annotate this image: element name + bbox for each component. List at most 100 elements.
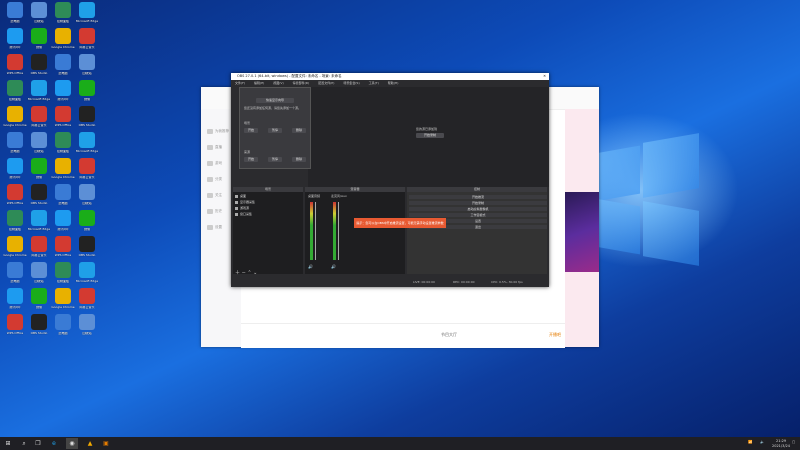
windows-logo-icon[interactable]: ⊞ (2, 438, 14, 449)
item-icon (207, 128, 213, 134)
source-label: 桌面 (240, 194, 247, 198)
desktop-icon-label: 微信 (83, 228, 90, 231)
desktop-icon-label: 控制面板 (8, 98, 21, 101)
desktop-icon-label: 回收站 (82, 202, 92, 205)
window-close-icon[interactable]: ✕ (543, 73, 546, 80)
obs-window[interactable]: OBS 27.0.1 (64-bit, windows) - 配置文件: 未命名… (231, 73, 549, 287)
computer-icon (7, 2, 23, 18)
source-row[interactable]: 显示器采集 (235, 200, 255, 205)
menu-item[interactable]: 配置文件(P) (318, 81, 334, 85)
desktop-icon-label: 回收站 (34, 150, 44, 153)
pause-button[interactable]: 暂停 (268, 157, 282, 162)
tray-date[interactable]: 2021/3/24 (772, 444, 790, 448)
recycle-bin-icon (31, 2, 47, 18)
source-row[interactable]: 窗口采集 (235, 212, 252, 217)
qq-icon (55, 210, 71, 226)
app-bottom-center[interactable]: 节目大厅 (441, 332, 457, 338)
edge-icon (79, 262, 95, 278)
desktop-icon-label: 网易云音乐 (31, 254, 47, 257)
desktop-icon-label: WPS Office (54, 254, 72, 257)
menu-item[interactable]: 文件(F) (235, 81, 245, 85)
start-recording-button[interactable]: 开始录制 (409, 201, 547, 205)
app-taskbar-icon[interactable]: ▲ (84, 438, 96, 449)
menu-item[interactable]: 编辑(E) (254, 81, 264, 85)
menu-item[interactable]: 工具(T) (369, 81, 379, 85)
search-icon[interactable]: ⌕ (18, 438, 30, 449)
item-icon (207, 224, 213, 230)
chrome-icon (55, 288, 71, 304)
source-row[interactable]: 游戏源 (235, 206, 249, 211)
mixer-meter-2 (333, 202, 336, 260)
pause-button[interactable]: 暂停 (268, 128, 282, 133)
app-sidebar-label: 游戏 (215, 160, 222, 165)
scene-tools[interactable]: ＋ − ⌃ ⌄ (235, 269, 257, 276)
desktop-icon-label: 此电脑 (58, 72, 68, 75)
app-promo-banner[interactable] (565, 192, 599, 272)
obs-preview-area[interactable]: 您的源已添加到 开始录制 (308, 87, 549, 187)
source-label: 窗口采集 (240, 212, 253, 216)
task-view-icon[interactable]: ❐ (32, 438, 44, 449)
auto-config-button[interactable]: 快速显示向导 (256, 98, 294, 103)
desktop-icon-label: OBS Studio (30, 72, 48, 75)
menu-item[interactable]: 停靠部件(D) (293, 81, 310, 85)
desktop-icon-label: 此电脑 (10, 280, 20, 283)
desktop-icon-label: 此电脑 (58, 202, 68, 205)
mixer-fader-1[interactable] (315, 202, 316, 260)
desktop-icon-label: OBS Studio (78, 254, 96, 257)
status-live: LIVE: 00:00:00 (413, 280, 435, 284)
volume-icon[interactable]: 🔈 (760, 440, 764, 444)
qq-icon (55, 80, 71, 96)
delete-button[interactable]: 删除 (292, 157, 306, 162)
desktop-icon[interactable]: 此电脑 (52, 314, 74, 346)
desktop-icon-label: 腾讯QQ (9, 306, 21, 309)
start-button[interactable]: 开始 (244, 157, 258, 162)
desktop-icon-label: 网易云音乐 (31, 124, 47, 127)
desktop-icon-label: 网易云音乐 (79, 46, 95, 49)
start-button[interactable]: 开始 (244, 128, 258, 133)
obs-icon (31, 54, 47, 70)
control-panel-icon (55, 262, 71, 278)
start-streaming-button[interactable]: 开始推流 (409, 195, 547, 199)
status-rec: REC: 00:00:00 (453, 280, 475, 284)
speaker-icon[interactable]: 🔊 (331, 264, 336, 269)
menu-item[interactable]: 帮助(H) (388, 81, 399, 85)
desktop-icon-label: 微信 (35, 306, 42, 309)
wps-icon (7, 54, 23, 70)
mixer-fader-2[interactable] (338, 202, 339, 260)
mixer-ch2-label: 麦克风/Aux (331, 194, 347, 198)
source-label: 显示器采集 (240, 200, 256, 204)
delete-button[interactable]: 删除 (292, 128, 306, 133)
menu-item[interactable]: 场景集合(S) (343, 81, 359, 85)
obs-icon (79, 106, 95, 122)
desktop-icon[interactable]: 回收站 (76, 314, 98, 346)
computer-icon (55, 184, 71, 200)
recycle-bin-icon (79, 54, 95, 70)
desktop-icon[interactable]: OBS Studio (28, 314, 50, 346)
desktop-icon-label: 腾讯QQ (9, 176, 21, 179)
desktop-icon-label: Google Chrome (3, 254, 27, 257)
preview-button[interactable]: 开始录制 (416, 133, 444, 138)
tray-time[interactable]: 21:29 (776, 439, 786, 443)
source-row[interactable]: 桌面 (235, 194, 246, 199)
wps-icon (55, 236, 71, 252)
app-go-live-label[interactable]: 开播吧 (549, 332, 561, 338)
obs-taskbar-icon[interactable]: ◉ (66, 438, 78, 449)
chrome-icon (55, 158, 71, 174)
qq-icon (7, 28, 23, 44)
app2-taskbar-icon[interactable]: ▣ (100, 438, 112, 449)
virtual-camera-button[interactable]: 启动虚拟摄像机 (409, 207, 547, 211)
edge-icon[interactable]: e (48, 438, 60, 449)
edge-icon (79, 2, 95, 18)
desktop-icon-label: 微信 (35, 176, 42, 179)
speaker-icon[interactable]: 🔊 (308, 264, 313, 269)
notifications-icon[interactable]: ▢ (792, 440, 795, 444)
studio-mode-button[interactable]: 工作室模式 (409, 213, 547, 217)
desktop-icon-label: OBS Studio (78, 124, 96, 127)
network-icon[interactable]: 📶 (748, 440, 752, 444)
menu-item[interactable]: 视图(V) (273, 81, 283, 85)
desktop-icon[interactable]: WPS Office (4, 314, 26, 346)
obs-titlebar: OBS 27.0.1 (64-bit, windows) - 配置文件: 未命名… (231, 73, 549, 80)
desktop-icon-label: 控制面板 (56, 150, 69, 153)
app-sidebar-label: 为我推荐 (215, 128, 229, 133)
wps-icon (7, 184, 23, 200)
